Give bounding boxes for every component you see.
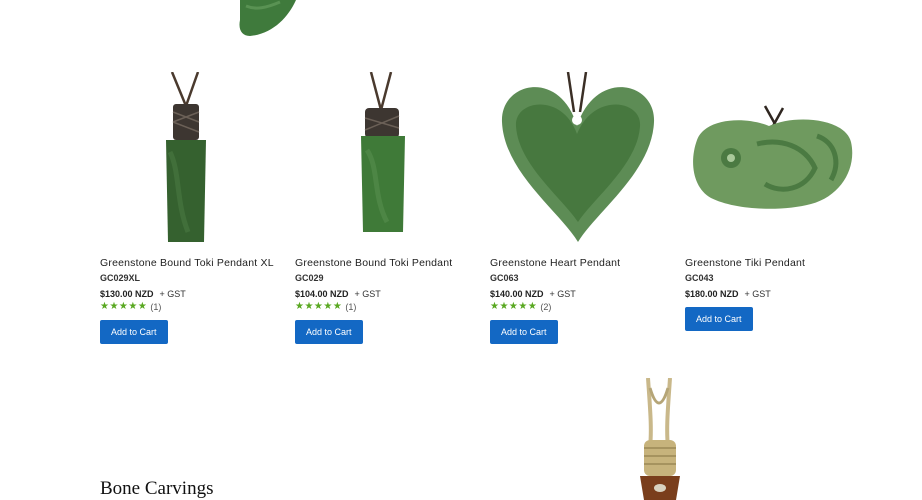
product-price: $180.00 NZD — [685, 289, 739, 299]
product-price: $130.00 NZD — [100, 289, 154, 299]
tax-label: + GST — [159, 289, 186, 299]
review-count: (1) — [150, 301, 162, 312]
product-title[interactable]: Greenstone Heart Pendant — [490, 257, 665, 269]
star-rating-icon: ★★★★★ — [100, 301, 148, 312]
product-sku: GC029XL — [100, 273, 141, 283]
product-card: Greenstone Tiki Pendant GC043 $180.00 NZ… — [685, 72, 860, 352]
star-rating-icon: ★★★★★ — [295, 301, 343, 312]
product-card: Greenstone Bound Toki Pendant XL GC029XL… — [100, 72, 275, 352]
product-card: Greenstone Heart Pendant GC063 $140.00 N… — [490, 72, 665, 352]
star-rating-icon: ★★★★★ — [490, 301, 538, 312]
product-image-toki-xl[interactable] — [100, 72, 275, 247]
product-sku: GC063 — [490, 273, 519, 283]
greenstone-carving-image-top — [239, 0, 296, 36]
tax-label: + GST — [354, 289, 381, 299]
tax-label: + GST — [549, 289, 576, 299]
review-count: (2) — [540, 301, 552, 312]
product-sku: GC029 — [295, 273, 324, 283]
product-grid: Greenstone Bound Toki Pendant XL GC029XL… — [100, 72, 880, 352]
product-price: $104.00 NZD — [295, 289, 349, 299]
section-heading: Bone Carvings — [100, 478, 214, 499]
bone-carving-image — [640, 378, 680, 500]
product-price: $140.00 NZD — [490, 289, 544, 299]
product-title[interactable]: Greenstone Tiki Pendant — [685, 257, 860, 269]
product-rating[interactable]: ★★★★★ (1) — [295, 301, 470, 312]
tax-label: + GST — [744, 289, 771, 299]
product-rating[interactable]: ★★★★★ (2) — [490, 301, 665, 312]
product-image-tiki[interactable] — [685, 72, 860, 247]
add-to-cart-button[interactable]: Add to Cart — [295, 320, 363, 344]
product-title[interactable]: Greenstone Bound Toki Pendant XL — [100, 257, 275, 269]
product-title[interactable]: Greenstone Bound Toki Pendant — [295, 257, 470, 269]
product-image-heart[interactable] — [490, 72, 665, 247]
product-rating[interactable]: ★★★★★ (1) — [100, 301, 275, 312]
product-image-toki[interactable] — [295, 72, 470, 247]
product-sku: GC043 — [685, 273, 714, 283]
add-to-cart-button[interactable]: Add to Cart — [100, 320, 168, 344]
product-card: Greenstone Bound Toki Pendant GC029 $104… — [295, 72, 470, 352]
add-to-cart-button[interactable]: Add to Cart — [490, 320, 558, 344]
review-count: (1) — [345, 301, 357, 312]
add-to-cart-button[interactable]: Add to Cart — [685, 307, 753, 331]
